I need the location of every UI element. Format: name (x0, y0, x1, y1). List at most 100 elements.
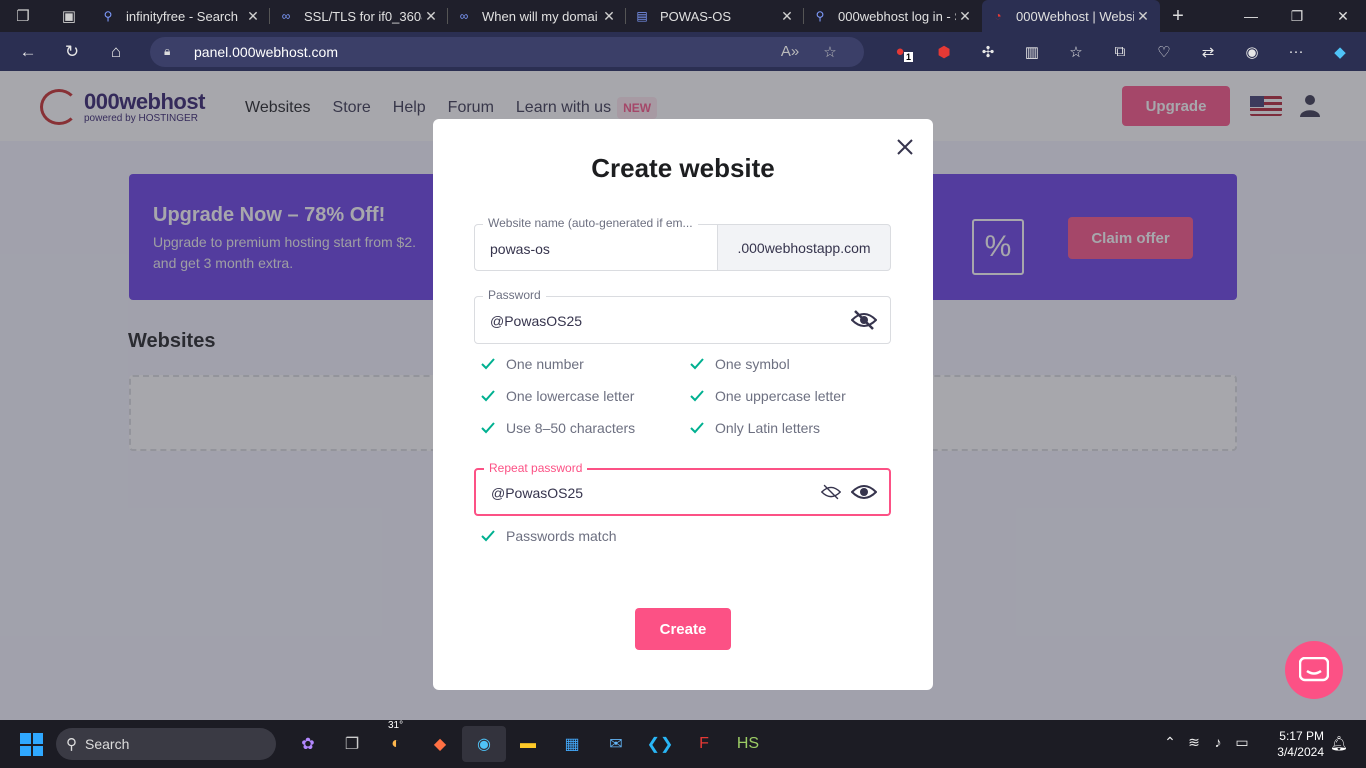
match-label: Passwords match (506, 528, 617, 544)
hs-app-icon[interactable]: HS (726, 726, 770, 762)
search-icon: ⚲ (815, 9, 825, 23)
close-tab-icon[interactable]: ✕ (956, 8, 974, 25)
passwords-match: Passwords match (481, 528, 616, 544)
tab-title: infinityfree - Search (126, 8, 238, 24)
check-icon (690, 422, 704, 434)
address-bar[interactable]: 🔒︎ panel.000webhost.com A» ☆ (150, 36, 864, 67)
taskbar-search[interactable]: ⚲ Search (56, 728, 276, 760)
shield-extension-icon[interactable]: ⬢ (922, 43, 966, 61)
close-tab-icon[interactable]: ✕ (778, 8, 796, 25)
tab-powas-os[interactable]: ▤ POWAS-OS ✕ (626, 0, 804, 32)
taskbar-apps: ✿ ❐ ◐ ◆ ◉ ▬ ▦ ✉ ❮❯ F HS (286, 726, 770, 762)
filezilla-icon[interactable]: F (682, 726, 726, 762)
file-explorer-icon[interactable]: ▬ (506, 726, 550, 762)
collections-icon[interactable]: ⧉ (1098, 43, 1142, 60)
close-tab-icon[interactable]: ✕ (422, 8, 440, 25)
req-length: Use 8–50 characters (481, 420, 635, 436)
tab-actions-icon[interactable]: ▣ (46, 0, 92, 32)
req-one-symbol: One symbol (690, 356, 790, 372)
infinity-icon: ∞ (281, 9, 291, 23)
req-one-number: One number (481, 356, 584, 372)
req-label: Use 8–50 characters (506, 420, 636, 436)
check-icon (481, 422, 495, 434)
search-icon: ⚲ (66, 736, 77, 753)
tab-infinityfree-search[interactable]: ⚲ infinityfree - Search ✕ (92, 0, 270, 32)
password-label: Password (483, 288, 546, 302)
repeat-password-input[interactable]: @PowasOS25 (491, 485, 583, 501)
new-tab-icon[interactable]: + (1160, 5, 1196, 28)
tab-000webhost-active[interactable]: ◔ 000Webhost | Websit ✕ (982, 0, 1160, 32)
windows-start-icon[interactable] (20, 733, 43, 756)
split-screen-icon[interactable]: ▥ (1010, 43, 1054, 61)
repeat-password-field[interactable]: Repeat password @PowasOS25 (474, 461, 891, 516)
read-aloud-icon[interactable]: A» (770, 43, 810, 60)
reveal-slash-icon[interactable] (821, 483, 841, 501)
tab-domain[interactable]: ∞ When will my domai ✕ (448, 0, 626, 32)
req-latin: Only Latin letters (690, 420, 820, 436)
close-tab-icon[interactable]: ✕ (600, 8, 618, 25)
notification-bell-icon[interactable]: 🔔︎ (1330, 735, 1348, 752)
req-label: Only Latin letters (715, 420, 821, 436)
chat-widget-button[interactable] (1285, 641, 1343, 699)
extensions-icon[interactable]: ✣ (966, 43, 1010, 61)
address-bar-row: ← ↻ ⌂ 🔒︎ panel.000webhost.com A» ☆ ● 1 ⬢ … (0, 32, 1366, 71)
close-window-icon[interactable]: ✕ (1320, 8, 1366, 25)
restore-icon[interactable]: ❐ (1274, 8, 1320, 25)
share-icon[interactable]: ⇄ (1186, 43, 1230, 61)
taskbar-search-label: Search (85, 736, 130, 752)
req-label: One symbol (715, 356, 790, 372)
website-name-input[interactable]: powas-os (490, 241, 550, 257)
workspaces-icon[interactable]: ❐ (0, 0, 46, 32)
clock-date: 3/4/2024 (1277, 745, 1324, 759)
minimize-icon[interactable]: — (1228, 8, 1274, 25)
close-tab-icon[interactable]: ✕ (244, 8, 262, 25)
task-view-icon[interactable]: ❐ (330, 726, 374, 762)
battery-icon[interactable]: ▭ (1230, 734, 1254, 751)
chat-icon (1299, 657, 1329, 682)
req-label: One lowercase letter (506, 388, 635, 404)
copilot-app-icon[interactable]: ✿ (286, 726, 330, 762)
repeat-password-label: Repeat password (484, 461, 588, 475)
clock[interactable]: 5:17 PM 3/4/2024 (1270, 728, 1324, 760)
create-button[interactable]: Create (635, 608, 731, 650)
page-content: 000webhost powered by HOSTINGER Websites… (0, 71, 1366, 720)
vscode-icon[interactable]: ❮❯ (638, 726, 682, 762)
tab-title: 000webhost log in - S (838, 8, 956, 24)
favorites-icon[interactable]: ☆ (1054, 43, 1098, 61)
password-field[interactable]: Password @PowasOS25 (474, 288, 891, 344)
favorite-star-icon[interactable]: ☆ (810, 43, 850, 61)
copilot-icon[interactable]: ◆ (1318, 43, 1362, 61)
dialog-title: Create website (591, 153, 775, 183)
tab-title: 000Webhost | Websit (1016, 8, 1134, 24)
weather-temp: 31° (388, 720, 404, 731)
url-text[interactable]: panel.000webhost.com (194, 44, 770, 60)
check-icon (481, 530, 495, 542)
password-input[interactable]: @PowasOS25 (490, 313, 582, 329)
tab-title: POWAS-OS (660, 8, 732, 24)
browser-tab-strip: ❐ ▣ ⚲ infinityfree - Search ✕ ∞ SSL/TLS … (0, 0, 1366, 32)
tab-ssl-tls[interactable]: ∞ SSL/TLS for if0_3608 ✕ (270, 0, 448, 32)
eye-icon[interactable] (851, 482, 877, 502)
more-menu-icon[interactable]: ··· (1274, 43, 1318, 60)
browser-essentials-icon[interactable]: ♡ (1142, 43, 1186, 61)
profile-avatar[interactable]: ◉ (1230, 43, 1274, 61)
tab-000webhost-login[interactable]: ⚲ 000webhost log in - S ✕ (804, 0, 982, 32)
app-red-icon[interactable]: ◆ (418, 726, 462, 762)
chevron-up-icon[interactable]: ⌃ (1158, 734, 1182, 751)
close-tab-icon[interactable]: ✕ (1134, 8, 1152, 25)
extension-red-icon[interactable]: ● 1 (878, 43, 922, 62)
volume-icon[interactable]: ♪ (1206, 734, 1230, 751)
home-icon[interactable]: ⌂ (94, 42, 138, 62)
eye-slash-icon[interactable] (851, 310, 877, 330)
store-icon[interactable]: ▦ (550, 726, 594, 762)
back-icon[interactable]: ← (6, 42, 50, 62)
website-name-field[interactable]: Website name (auto-generated if em... po… (474, 216, 718, 271)
tab-title: When will my domai (482, 8, 598, 24)
weather-icon[interactable]: ◐ (374, 726, 418, 762)
req-uppercase: One uppercase letter (690, 388, 846, 404)
wifi-icon[interactable]: ≋ (1182, 734, 1206, 751)
edge-icon[interactable]: ◉ (462, 726, 506, 762)
refresh-icon[interactable]: ↻ (50, 42, 94, 62)
mail-icon[interactable]: ✉ (594, 726, 638, 762)
create-website-dialog: Create website Website name (auto-genera… (433, 119, 933, 690)
